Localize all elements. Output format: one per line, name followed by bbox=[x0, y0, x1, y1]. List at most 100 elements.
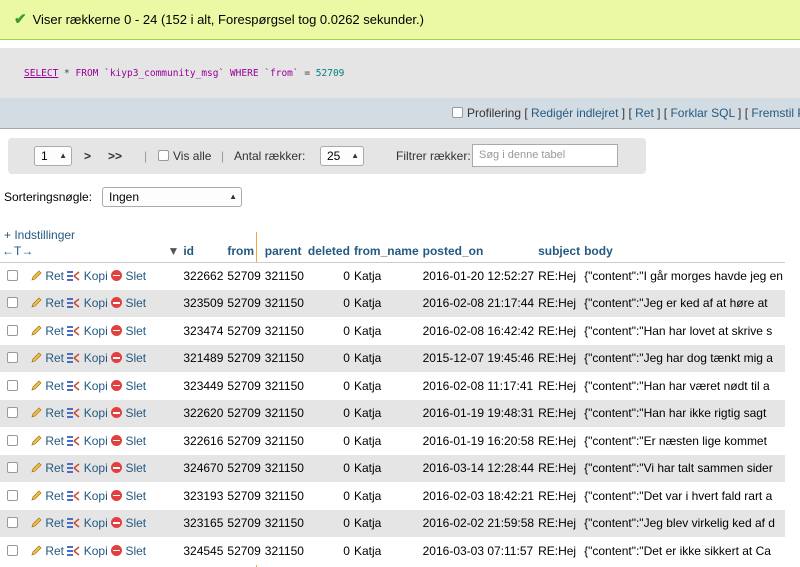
delete-action[interactable]: Slet bbox=[111, 351, 146, 365]
cell-subject[interactable]: RE:Hej bbox=[536, 482, 583, 510]
cell-from-name[interactable]: Katja bbox=[351, 262, 421, 290]
cell-id[interactable]: 323509 bbox=[181, 289, 226, 318]
copy-action[interactable]: Kopi bbox=[67, 296, 108, 310]
copy-action[interactable]: Kopi bbox=[67, 269, 108, 283]
table-row[interactable]: Ret Kopi Slet 323449 52709 321150 0 Katja 2016… bbox=[0, 372, 785, 400]
column-header-parent[interactable]: parent bbox=[262, 240, 306, 263]
edit-action[interactable]: Ret bbox=[30, 489, 64, 503]
edit-action[interactable]: Ret bbox=[30, 379, 64, 393]
cell-subject[interactable]: RE:Hej bbox=[536, 427, 583, 455]
copy-action[interactable]: Kopi bbox=[67, 379, 108, 393]
edit-action[interactable]: Ret bbox=[30, 324, 64, 338]
next-page-button[interactable]: > bbox=[84, 138, 91, 174]
cell-subject[interactable]: RE:Hej bbox=[536, 317, 583, 345]
delete-action[interactable]: Slet bbox=[111, 296, 146, 310]
explain-sql-link[interactable]: Forklar SQL bbox=[670, 106, 734, 120]
cell-parent[interactable]: 321150 bbox=[262, 262, 306, 290]
cell-body[interactable]: {"content":"I går morges havde jeg en bbox=[582, 262, 785, 290]
cell-parent[interactable]: 321150 bbox=[262, 537, 306, 565]
copy-action[interactable]: Kopi bbox=[67, 406, 108, 420]
cell-body[interactable]: {"content":"Vi har talt sammen sider bbox=[582, 454, 785, 483]
cell-from[interactable]: 52709 bbox=[225, 344, 263, 373]
table-row[interactable]: Ret Kopi Slet 322662 52709 321150 0 Katja 2016… bbox=[0, 262, 785, 290]
column-header-from-name[interactable]: from_name bbox=[351, 240, 421, 263]
cell-from[interactable]: 52709 bbox=[225, 399, 263, 428]
cell-deleted[interactable]: 0 bbox=[305, 427, 352, 455]
cell-body[interactable]: {"content":"Jeg har dog tænkt mig a bbox=[582, 344, 785, 373]
cell-id[interactable]: 323193 bbox=[181, 482, 226, 510]
cell-subject[interactable]: RE:Hej bbox=[536, 262, 583, 290]
cell-body[interactable]: {"content":"Han har været nødt til a bbox=[582, 372, 785, 400]
column-arrows[interactable]: ←T→ bbox=[0, 240, 36, 263]
cell-deleted[interactable]: 0 bbox=[305, 262, 352, 290]
row-checkbox[interactable] bbox=[6, 434, 18, 446]
cell-from-name[interactable]: Katja bbox=[351, 289, 421, 318]
cell-posted-on[interactable]: 2016-01-20 12:52:27 bbox=[420, 262, 537, 290]
cell-from[interactable]: 52709 bbox=[225, 427, 263, 455]
cell-from-name[interactable]: Katja bbox=[351, 482, 421, 510]
copy-action[interactable]: Kopi bbox=[67, 351, 108, 365]
row-checkbox[interactable] bbox=[6, 269, 18, 281]
cell-parent[interactable]: 321150 bbox=[262, 427, 306, 455]
cell-deleted[interactable]: 0 bbox=[305, 509, 352, 538]
cell-posted-on[interactable]: 2016-02-08 21:17:44 bbox=[420, 289, 537, 318]
delete-action[interactable]: Slet bbox=[111, 489, 146, 503]
cell-posted-on[interactable]: 2016-01-19 16:20:58 bbox=[420, 427, 537, 455]
column-header-from[interactable]: from bbox=[225, 240, 263, 263]
row-checkbox[interactable] bbox=[6, 297, 18, 309]
cell-from[interactable]: 52709 bbox=[225, 482, 263, 510]
last-page-button[interactable]: >> bbox=[108, 138, 122, 174]
cell-deleted[interactable]: 0 bbox=[305, 399, 352, 428]
edit-action[interactable]: Ret bbox=[30, 296, 64, 310]
copy-action[interactable]: Kopi bbox=[67, 489, 108, 503]
row-checkbox[interactable] bbox=[6, 379, 18, 391]
cell-from[interactable]: 52709 bbox=[225, 317, 263, 345]
edit-action[interactable]: Ret bbox=[30, 269, 64, 283]
show-all-control[interactable]: Vis alle bbox=[158, 138, 211, 174]
cell-deleted[interactable]: 0 bbox=[305, 454, 352, 483]
cell-from[interactable]: 52709 bbox=[225, 262, 263, 290]
page-select[interactable]: 1 ▲ bbox=[34, 146, 72, 166]
cell-from[interactable]: 52709 bbox=[225, 537, 263, 565]
column-header-id[interactable]: id bbox=[181, 240, 226, 263]
cell-id[interactable]: 324545 bbox=[181, 537, 226, 565]
cell-body[interactable]: {"content":"Jeg er ked af at høre at bbox=[582, 289, 785, 318]
cell-parent[interactable]: 321150 bbox=[262, 344, 306, 373]
edit-action[interactable]: Ret bbox=[30, 544, 64, 558]
column-header-posted-on[interactable]: posted_on bbox=[420, 240, 537, 263]
table-row[interactable]: Ret Kopi Slet 324670 52709 321150 0 Katja 2016… bbox=[0, 454, 785, 483]
cell-parent[interactable]: 321150 bbox=[262, 372, 306, 400]
cell-subject[interactable]: RE:Hej bbox=[536, 344, 583, 373]
delete-action[interactable]: Slet bbox=[111, 269, 146, 283]
cell-subject[interactable]: RE:Hej bbox=[536, 509, 583, 538]
sql-select[interactable]: SELECT bbox=[24, 68, 58, 79]
cell-deleted[interactable]: 0 bbox=[305, 289, 352, 318]
cell-id[interactable]: 323474 bbox=[181, 317, 226, 345]
cell-deleted[interactable]: 0 bbox=[305, 537, 352, 565]
edit-action[interactable]: Ret bbox=[30, 351, 64, 365]
cell-id[interactable]: 323165 bbox=[181, 509, 226, 538]
sort-menu-icon[interactable]: ▼ bbox=[35, 240, 182, 263]
delete-action[interactable]: Slet bbox=[111, 544, 146, 558]
delete-action[interactable]: Slet bbox=[111, 461, 146, 475]
cell-from-name[interactable]: Katja bbox=[351, 454, 421, 483]
cell-from-name[interactable]: Katja bbox=[351, 537, 421, 565]
cell-body[interactable]: {"content":"Er næsten lige kommet bbox=[582, 427, 785, 455]
sort-key-select[interactable]: Ingen ▲ bbox=[102, 187, 242, 207]
table-row[interactable]: Ret Kopi Slet 322620 52709 321150 0 Katja 2016… bbox=[0, 399, 785, 428]
delete-action[interactable]: Slet bbox=[111, 379, 146, 393]
cell-subject[interactable]: RE:Hej bbox=[536, 289, 583, 318]
cell-subject[interactable]: RE:Hej bbox=[536, 454, 583, 483]
cell-body[interactable]: {"content":"Det er ikke sikkert at Ca bbox=[582, 537, 785, 565]
cell-id[interactable]: 322620 bbox=[181, 399, 226, 428]
row-checkbox[interactable] bbox=[6, 324, 18, 336]
delete-action[interactable]: Slet bbox=[111, 516, 146, 530]
rows-select[interactable]: 25 ▲ bbox=[320, 146, 364, 166]
table-row[interactable]: Ret Kopi Slet 322616 52709 321150 0 Katja 2016… bbox=[0, 427, 785, 455]
cell-posted-on[interactable]: 2016-02-08 11:17:41 bbox=[420, 372, 537, 400]
cell-deleted[interactable]: 0 bbox=[305, 344, 352, 373]
create-php-link[interactable]: Fremstil PHP-kode bbox=[751, 106, 800, 120]
cell-from[interactable]: 52709 bbox=[225, 289, 263, 318]
cell-posted-on[interactable]: 2016-02-02 21:59:58 bbox=[420, 509, 537, 538]
cell-id[interactable]: 324670 bbox=[181, 454, 226, 483]
